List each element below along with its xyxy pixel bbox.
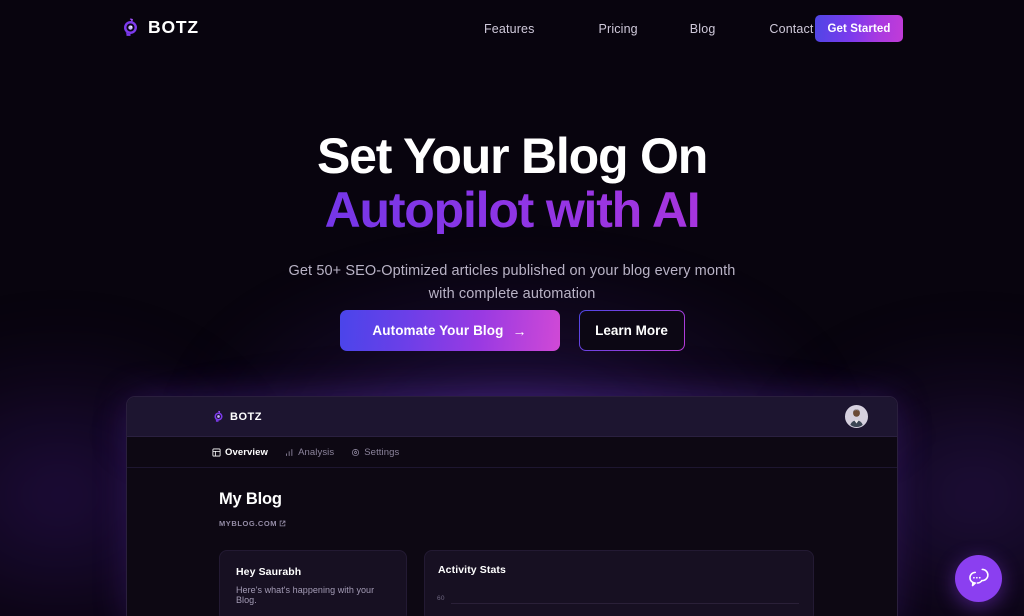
welcome-card-heading: Hey Saurabh: [236, 566, 302, 578]
tab-analysis[interactable]: Analysis: [285, 447, 334, 458]
layout-icon: [212, 447, 221, 457]
dashboard-preview: BOTZ Overview Analysis Settings My Blog …: [126, 396, 898, 616]
brand-name: BOTZ: [148, 17, 199, 37]
automate-your-blog-button[interactable]: Automate Your Blog →: [339, 310, 560, 351]
botz-logo-icon: [120, 17, 141, 38]
learn-more-button[interactable]: Learn More: [579, 310, 685, 351]
blog-title: My Blog: [219, 490, 282, 508]
botz-logo-icon: [212, 410, 225, 423]
chat-widget-button[interactable]: [955, 555, 1002, 602]
hero-subtitle-line1: Get 50+ SEO-Optimized articles published…: [288, 263, 736, 279]
welcome-card: Hey Saurabh Here's what's happening with…: [219, 550, 407, 616]
tab-settings-label: Settings: [364, 446, 400, 458]
blog-url-link[interactable]: MYBLOG.COM: [219, 514, 897, 532]
nav-link-features[interactable]: Features: [484, 16, 535, 42]
brand-logo[interactable]: BOTZ: [120, 17, 199, 38]
landing-page: BOTZ Features Pricing Blog Contact Us Ge…: [0, 0, 1024, 616]
automate-your-blog-label: Automate Your Blog: [372, 323, 504, 338]
dashboard-cards: Hey Saurabh Here's what's happening with…: [219, 550, 897, 616]
bar-chart-icon: [285, 448, 294, 457]
hero-cta-row: Automate Your Blog → Learn More: [0, 310, 1024, 351]
chat-bubble-icon: [966, 565, 991, 593]
chart-gridline: [451, 603, 799, 604]
chart-ytick-60: 60: [437, 595, 445, 602]
welcome-card-subtext: Here's what's happening with your Blog.: [236, 585, 375, 605]
hero-subtitle-line2: with complete automation: [428, 286, 596, 302]
hero-section: Set Your Blog On Autopilot with AI Get 5…: [0, 128, 1024, 306]
get-started-button[interactable]: Get Started: [815, 15, 903, 42]
tab-overview-label: Overview: [225, 446, 269, 458]
hero-subtitle: Get 50+ SEO-Optimized articles published…: [0, 260, 1024, 306]
arrow-right-icon: →: [512, 322, 527, 339]
top-navbar: BOTZ Features Pricing Blog Contact Us Ge…: [0, 0, 1024, 57]
dashboard-tabs: Overview Analysis Settings: [127, 437, 897, 468]
hero-headline-line2: Autopilot with AI: [0, 185, 1024, 235]
activity-stats-card: Activity Stats 60: [424, 550, 814, 616]
dashboard-body: My Blog MYBLOG.COM Hey Saurabh Here's wh…: [127, 468, 897, 616]
nav-links: Features Pricing Blog Contact Us: [484, 0, 833, 57]
dashboard-brand-name: BOTZ: [230, 410, 262, 423]
tab-overview[interactable]: Overview: [212, 447, 268, 458]
gear-icon: [351, 448, 360, 457]
blog-url-label: MYBLOG.COM: [219, 518, 277, 528]
activity-stats-chart: 60: [425, 595, 813, 616]
hero-headline-line1: Set Your Blog On: [316, 128, 708, 184]
external-link-icon: [279, 514, 286, 532]
nav-link-blog[interactable]: Blog: [690, 16, 716, 42]
tab-analysis-label: Analysis: [298, 446, 335, 458]
activity-stats-heading: Activity Stats: [438, 564, 506, 576]
dashboard-brand[interactable]: BOTZ: [212, 410, 262, 423]
dashboard-header: BOTZ: [127, 397, 897, 437]
nav-link-pricing[interactable]: Pricing: [599, 16, 638, 42]
user-avatar[interactable]: [845, 405, 868, 428]
tab-settings[interactable]: Settings: [351, 447, 399, 458]
